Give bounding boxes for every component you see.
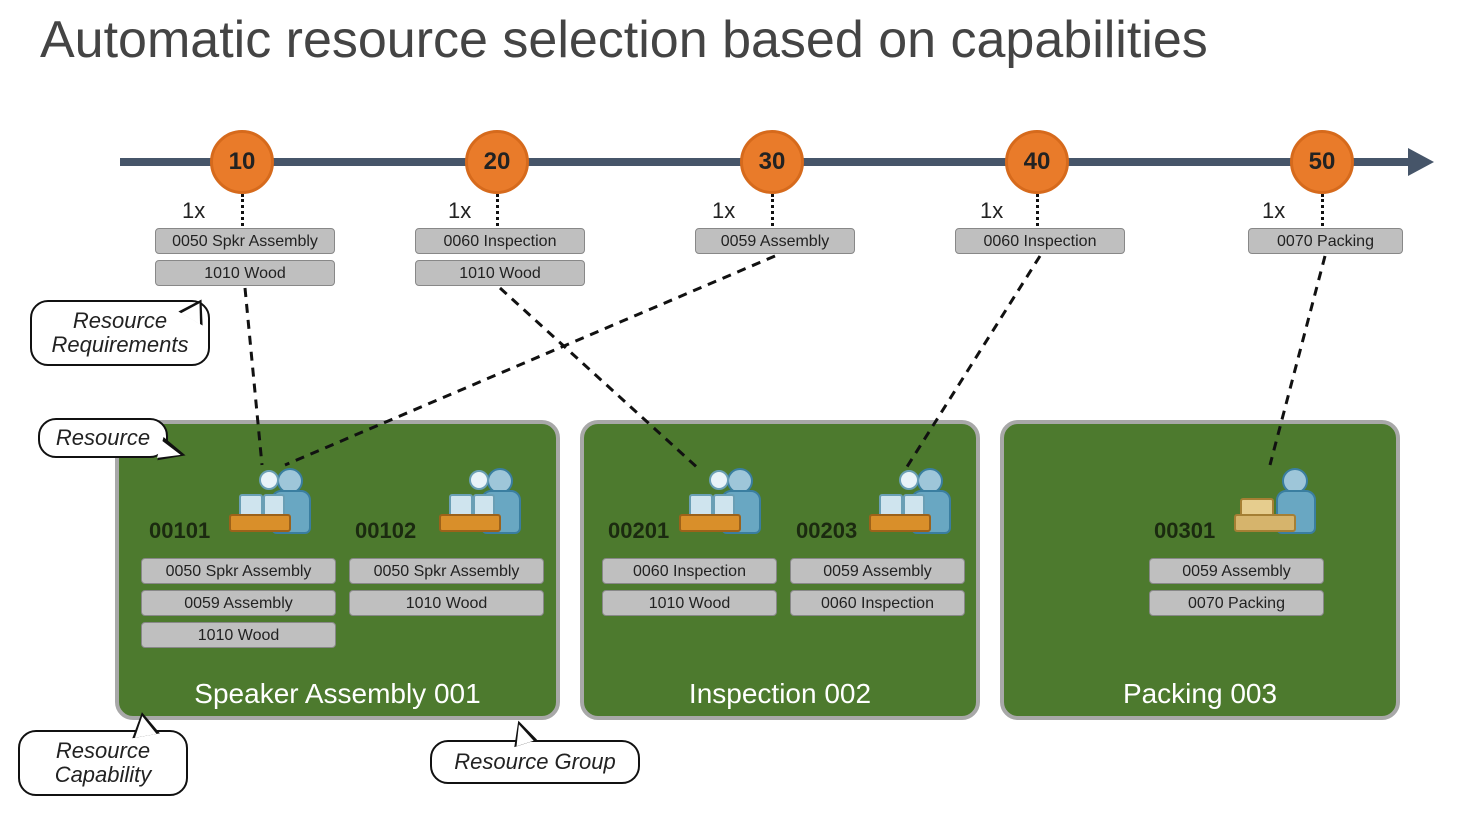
capability-chip: 0060 Inspection (790, 590, 965, 616)
requirement-chip: 0050 Spkr Assembly (155, 228, 335, 254)
connector-stub (1036, 194, 1039, 226)
resource-id: 00301 (1154, 518, 1215, 544)
step-label: 10 (229, 148, 256, 176)
diagram-stage: Automatic resource selection based on ca… (0, 0, 1473, 815)
step-label: 30 (759, 148, 786, 176)
resource-group-box: Inspection 002 00201 0060 Inspection 101… (580, 420, 980, 720)
step-node-30: 30 (740, 130, 804, 194)
capability-chip: 1010 Wood (141, 622, 336, 648)
capability-chip: 0059 Assembly (141, 590, 336, 616)
connector-stub (1321, 194, 1324, 226)
capability-chip: 0060 Inspection (602, 558, 777, 584)
multiplier-label: 1x (980, 198, 1003, 224)
capability-chip: 0059 Assembly (1149, 558, 1324, 584)
resource-group-title: Packing 003 (1004, 678, 1396, 710)
resource-group-box: Packing 003 00301 0059 Assembly 0070 Pac… (1000, 420, 1400, 720)
step-node-20: 20 (465, 130, 529, 194)
step-label: 50 (1309, 148, 1336, 176)
capability-chip: 0070 Packing (1149, 590, 1324, 616)
resource-id: 00102 (355, 518, 416, 544)
capability-chip: 0050 Spkr Assembly (141, 558, 336, 584)
resource-id: 00201 (608, 518, 669, 544)
callout-resource: Resource (38, 418, 168, 458)
resource-group-title: Inspection 002 (584, 678, 976, 710)
resource-id: 00203 (796, 518, 857, 544)
worker-icon (229, 464, 319, 544)
step-node-10: 10 (210, 130, 274, 194)
step-node-40: 40 (1005, 130, 1069, 194)
callout-tail-icon (131, 714, 156, 738)
requirement-chip: 0060 Inspection (955, 228, 1125, 254)
multiplier-label: 1x (182, 198, 205, 224)
callout-resource-group: Resource Group (430, 740, 640, 784)
worker-icon (869, 464, 959, 544)
capability-chip: 0050 Spkr Assembly (349, 558, 544, 584)
worker-icon (1234, 464, 1324, 544)
connector-stub (771, 194, 774, 226)
requirement-chip: 0070 Packing (1248, 228, 1403, 254)
resource-id: 00101 (149, 518, 210, 544)
requirement-chip: 1010 Wood (155, 260, 335, 286)
requirement-chip: 0060 Inspection (415, 228, 585, 254)
callout-resource-capability: Resource Capability (18, 730, 188, 796)
multiplier-label: 1x (712, 198, 735, 224)
multiplier-label: 1x (448, 198, 471, 224)
timeline-arrowhead-icon (1408, 148, 1434, 176)
slide-title: Automatic resource selection based on ca… (40, 10, 1208, 70)
worker-icon (439, 464, 529, 544)
multiplier-label: 1x (1262, 198, 1285, 224)
step-label: 40 (1024, 148, 1051, 176)
capability-chip: 1010 Wood (349, 590, 544, 616)
resource-group-title: Speaker Assembly 001 (119, 678, 556, 710)
worker-icon (679, 464, 769, 544)
capability-chip: 0059 Assembly (790, 558, 965, 584)
capability-chip: 1010 Wood (602, 590, 777, 616)
connector-stub (496, 194, 499, 226)
connector-stub (241, 194, 244, 226)
requirement-chip: 1010 Wood (415, 260, 585, 286)
step-node-50: 50 (1290, 130, 1354, 194)
requirement-chip: 0059 Assembly (695, 228, 855, 254)
step-label: 20 (484, 148, 511, 176)
